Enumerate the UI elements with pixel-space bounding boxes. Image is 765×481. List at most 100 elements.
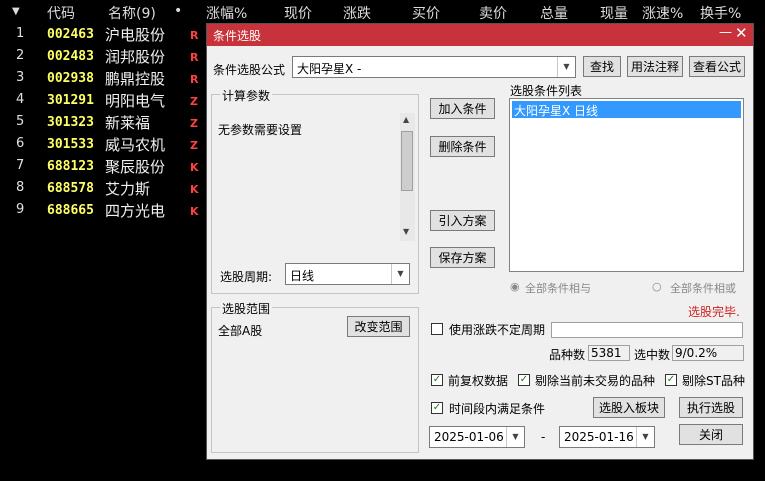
stock-code: 002938 [47, 71, 94, 86]
untraded-label: 剔除当前未交易的品种 [535, 374, 656, 388]
table-row[interactable]: 1 002463 沪电股份 R [0, 24, 205, 46]
date-to-picker[interactable]: 2025-01-16 ▼ [559, 426, 655, 448]
stock-flag: Z [190, 117, 198, 130]
date-from-picker[interactable]: 2025-01-06 ▼ [429, 426, 525, 448]
table-row[interactable]: 3 002938 鹏鼎控股 R [0, 68, 205, 90]
column-speed[interactable]: 涨速% [642, 3, 683, 23]
scroll-up-icon[interactable]: ▲ [403, 115, 409, 124]
column-code[interactable]: 代码 [47, 3, 75, 23]
column-turnover[interactable]: 换手% [700, 3, 741, 23]
table-row[interactable]: 8 688578 艾力斯 K [0, 178, 205, 200]
row-number: 7 [16, 158, 25, 173]
range-value: 全部A股 [218, 324, 263, 338]
column-bid[interactable]: 买价 [412, 3, 440, 23]
st-label: 剔除ST品种 [682, 374, 745, 388]
stock-code: 002463 [47, 27, 94, 42]
condition-list-item[interactable]: 大阳孕星X 日线 [512, 101, 741, 118]
save-scheme-button[interactable]: 保存方案 [430, 247, 495, 268]
chevron-down-icon[interactable]: ▼ [506, 427, 524, 447]
table-row[interactable]: 9 688665 四方光电 K [0, 200, 205, 222]
column-change[interactable]: 涨跌 [343, 3, 371, 23]
radio-or[interactable]: ○ [652, 280, 662, 293]
stock-flag: Z [190, 139, 198, 152]
stock-code: 301533 [47, 137, 94, 152]
condition-list[interactable]: 大阳孕星X 日线 [509, 98, 744, 272]
stock-name: 威马农机 [105, 136, 166, 154]
import-scheme-button[interactable]: 引入方案 [430, 210, 495, 231]
row-number: 4 [16, 92, 25, 107]
radio-and[interactable]: ◉ [510, 280, 520, 293]
execute-button[interactable]: 执行选股 [679, 397, 743, 418]
untraded-checkbox[interactable]: ✓ [518, 374, 530, 386]
stock-name: 新莱福 [105, 114, 151, 132]
column-cur-volume[interactable]: 现量 [600, 3, 628, 23]
column-volume[interactable]: 总量 [540, 3, 568, 23]
delete-condition-button[interactable]: 删除条件 [430, 136, 495, 157]
use-period-checkbox[interactable] [431, 323, 443, 335]
quote-table-header: ▼ 代码 名称(9) • 涨幅% 现价 涨跌 买价 卖价 总量 现量 涨速% 换… [0, 0, 765, 25]
close-button[interactable]: 关闭 [679, 424, 743, 445]
change-range-button[interactable]: 改变范围 [347, 316, 410, 337]
scroll-down-icon[interactable]: ▼ [403, 227, 409, 236]
params-group-title: 计算参数 [220, 87, 273, 104]
table-row[interactable]: 4 301291 明阳电气 Z [0, 90, 205, 112]
dialog-title: 条件选股 [213, 29, 262, 43]
table-row[interactable]: 7 688123 聚辰股份 K [0, 156, 205, 178]
use-period-label: 使用涨跌不定周期 [449, 323, 546, 337]
column-change-pct[interactable]: 涨幅% [206, 3, 247, 23]
status-text: 选股完毕. [688, 305, 740, 319]
add-condition-button[interactable]: 加入条件 [430, 98, 495, 119]
table-row[interactable]: 6 301533 威马农机 Z [0, 134, 205, 156]
condition-stock-picker-dialog: 条件选股 — ✕ 条件选股公式 大阳孕星X - ▼ 查找 用法注释 查看公式 计… [206, 23, 754, 460]
formula-select[interactable]: 大阳孕星X - ▼ [292, 56, 576, 78]
period-label: 选股周期: [220, 270, 273, 284]
stock-code: 002483 [47, 49, 94, 64]
stock-name: 润邦股份 [105, 48, 166, 66]
condition-list-item-label: 大阳孕星X 日线 [514, 104, 599, 118]
count-label: 品种数 [549, 348, 586, 362]
st-checkbox[interactable]: ✓ [665, 374, 677, 386]
column-name[interactable]: 名称(9) [108, 3, 156, 23]
stock-name: 明阳电气 [105, 92, 166, 110]
column-ask[interactable]: 卖价 [479, 3, 507, 23]
chevron-down-icon[interactable]: ▼ [636, 427, 654, 447]
view-formula-button[interactable]: 查看公式 [689, 56, 745, 77]
params-scrollbar[interactable]: ▲ ▼ [400, 113, 415, 241]
params-text: 无参数需要设置 [218, 123, 303, 137]
radio-and-label: 全部条件相与 [525, 282, 591, 295]
stock-code: 688665 [47, 203, 94, 218]
row-number: 5 [16, 114, 25, 129]
stock-flag: K [190, 161, 199, 174]
table-row[interactable]: 5 301323 新莱福 Z [0, 112, 205, 134]
chevron-down-icon[interactable]: ▼ [557, 57, 575, 77]
column-price[interactable]: 现价 [284, 3, 312, 23]
stock-flag: R [190, 73, 199, 86]
stock-flag: K [190, 205, 199, 218]
period-condition-checkbox[interactable]: ✓ [431, 402, 443, 414]
dialog-title-bar[interactable]: 条件选股 — ✕ [207, 24, 753, 46]
usage-notes-button[interactable]: 用法注释 [627, 56, 683, 77]
stock-flag: Z [190, 95, 198, 108]
stock-code: 688123 [47, 159, 94, 174]
find-button[interactable]: 查找 [583, 56, 621, 77]
formula-label: 条件选股公式 [213, 63, 286, 77]
table-row[interactable]: 2 002483 润邦股份 R [0, 46, 205, 68]
minimize-icon[interactable]: — [719, 25, 732, 40]
row-number: 2 [16, 48, 25, 63]
date-from-value: 2025-01-06 [434, 430, 504, 444]
use-period-input[interactable] [551, 322, 743, 338]
stock-name: 四方光电 [105, 202, 166, 220]
date-to-value: 2025-01-16 [564, 430, 634, 444]
stock-flag: R [190, 51, 199, 64]
period-value: 日线 [290, 269, 315, 283]
count-value: 5381 [588, 345, 630, 361]
close-icon[interactable]: ✕ [735, 24, 748, 42]
selected-value: 9/0.2% [672, 345, 744, 361]
sort-arrow-icon[interactable]: ▼ [12, 6, 20, 17]
fq-checkbox[interactable]: ✓ [431, 374, 443, 386]
chevron-down-icon[interactable]: ▼ [391, 264, 409, 284]
add-to-block-button[interactable]: 选股入板块 [593, 397, 665, 418]
stock-flag: R [190, 29, 199, 42]
scroll-thumb[interactable] [401, 131, 413, 191]
period-select[interactable]: 日线 ▼ [285, 263, 410, 285]
